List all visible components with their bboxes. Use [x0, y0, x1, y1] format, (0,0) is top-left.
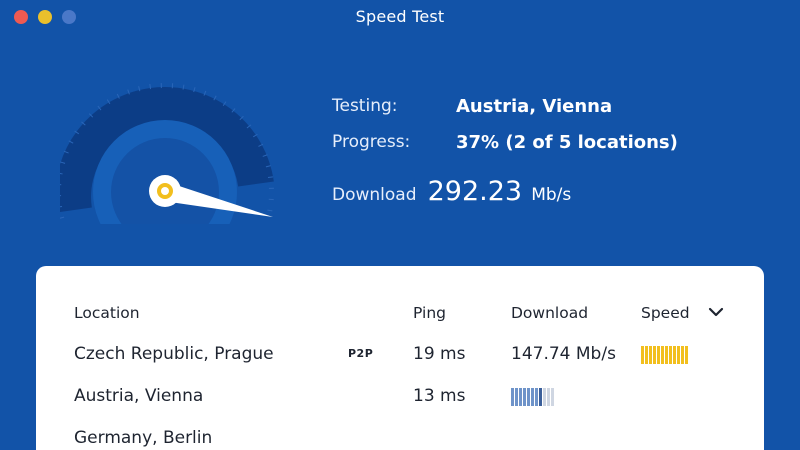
- needle-hub-center: [161, 187, 169, 195]
- bar-segment-filled: [531, 388, 534, 406]
- bar-segment-filled: [641, 346, 644, 364]
- bar-segment-filled: [661, 346, 664, 364]
- bar-segment-empty: [543, 388, 546, 406]
- p2p-badge: P2P: [348, 347, 374, 360]
- row-ping: 13 ms: [413, 386, 466, 406]
- speed-test-window: Speed Test Testing: Austria, Vienna Prog…: [0, 0, 800, 450]
- bar-segment-filled: [677, 346, 680, 364]
- speed-bar-meter: [641, 346, 688, 364]
- row-ping: 19 ms: [413, 344, 466, 364]
- testing-location: Austria, Vienna: [456, 96, 613, 117]
- window-title: Speed Test: [355, 7, 445, 26]
- progress-value: 37% (2 of 5 locations): [456, 132, 678, 153]
- download-label: Download: [332, 185, 417, 205]
- download-speed-value: 292.23: [427, 176, 523, 207]
- download-speed-unit: Mb/s: [531, 185, 572, 205]
- bar-segment-filled: [511, 388, 514, 406]
- table-row[interactable]: Czech Republic, Prague P2P 19 ms 147.74 …: [36, 344, 764, 384]
- title-bar: Speed Test: [0, 0, 800, 36]
- bar-segment-filled: [535, 388, 538, 406]
- bar-segment-filled: [519, 388, 522, 406]
- column-header-speed[interactable]: Speed: [641, 304, 690, 322]
- gauge-tick: [267, 176, 274, 179]
- gauge-tick: [149, 83, 152, 90]
- chevron-down-icon[interactable]: [708, 304, 724, 320]
- column-header-location[interactable]: Location: [74, 304, 140, 322]
- bar-segment-empty: [551, 388, 554, 406]
- bar-segment-filled: [539, 388, 542, 406]
- bar-segment-filled: [665, 346, 668, 364]
- row-location: Czech Republic, Prague: [74, 344, 274, 364]
- gauge-tick: [267, 209, 273, 212]
- results-table: Location Ping Download Speed Czech Repub…: [36, 266, 764, 450]
- bar-segment-filled: [681, 346, 684, 364]
- row-download: 147.74 Mb/s: [511, 344, 616, 364]
- table-row[interactable]: Austria, Vienna 13 ms: [36, 386, 764, 426]
- bar-segment-filled: [669, 346, 672, 364]
- bar-segment-filled: [523, 388, 526, 406]
- table-row[interactable]: Germany, Berlin: [36, 428, 764, 450]
- row-location: Austria, Vienna: [74, 386, 204, 406]
- bar-segment-filled: [657, 346, 660, 364]
- download-progress-meter: [511, 388, 554, 406]
- current-download: Download 292.23 Mb/s: [332, 176, 571, 207]
- bar-segment-filled: [673, 346, 676, 364]
- bar-segment-empty: [547, 388, 550, 406]
- column-header-download[interactable]: Download: [511, 304, 588, 322]
- bar-segment-filled: [653, 346, 656, 364]
- speedometer-gauge: [60, 83, 274, 224]
- bar-segment-filled: [645, 346, 648, 364]
- bar-segment-filled: [649, 346, 652, 364]
- testing-label: Testing:: [332, 96, 398, 116]
- row-location: Germany, Berlin: [74, 428, 213, 448]
- gauge-tick: [60, 216, 65, 219]
- column-header-ping[interactable]: Ping: [413, 304, 446, 322]
- progress-label: Progress:: [332, 132, 411, 152]
- bar-segment-filled: [515, 388, 518, 406]
- bar-segment-filled: [527, 388, 530, 406]
- bar-segment-filled: [685, 346, 688, 364]
